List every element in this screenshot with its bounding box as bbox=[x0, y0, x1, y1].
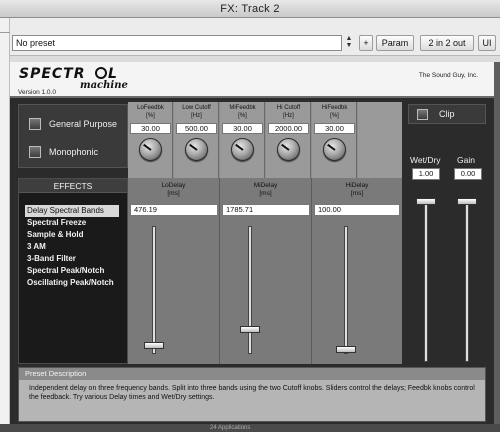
logo-ring-icon bbox=[95, 67, 107, 79]
general-purpose-checkbox[interactable] bbox=[29, 118, 41, 130]
mode-panel: General Purpose Monophonic bbox=[18, 104, 128, 168]
effect-item-spectral-freeze[interactable]: Spectral Freeze bbox=[25, 217, 127, 229]
preset-description-panel: Preset Description Independent delay on … bbox=[18, 367, 486, 422]
taskbar-item: 24 Applications bbox=[210, 425, 251, 431]
hidelay-column: HiDelay [ms] 100.00 bbox=[312, 178, 402, 364]
version-label: Version 1.0.0 bbox=[18, 89, 56, 96]
effect-item-oscillating-peak-notch[interactable]: Oscillating Peak/Notch bbox=[25, 277, 127, 289]
plugin-panel: SPECTR L machine Version 1.0.0 The Sound… bbox=[10, 62, 494, 428]
hidelay-label: HiDelay [ms] bbox=[345, 182, 369, 197]
ui-button[interactable]: UI bbox=[478, 35, 496, 51]
effects-list: Delay Spectral Bands Spectral Freeze Sam… bbox=[19, 193, 127, 289]
preset-description-header: Preset Description bbox=[19, 368, 485, 380]
midelay-slider-thumb[interactable] bbox=[240, 326, 260, 334]
hi-cutoff-value[interactable]: 2000.00 bbox=[268, 123, 309, 134]
clip-checkbox[interactable] bbox=[417, 109, 428, 120]
background-taskbar: 24 Applications bbox=[0, 424, 500, 432]
window-title: FX: Track 2 bbox=[0, 0, 500, 18]
preset-stepper[interactable]: ▲ ▼ bbox=[344, 35, 354, 51]
param-button[interactable]: Param bbox=[376, 35, 414, 51]
stepper-up-icon[interactable]: ▲ bbox=[344, 35, 354, 42]
mifeedbk-knob[interactable] bbox=[231, 138, 254, 161]
wetdry-value[interactable]: 1.00 bbox=[412, 168, 440, 180]
plugin-header: SPECTR L machine Version 1.0.0 The Sound… bbox=[10, 62, 494, 98]
parameter-grid: LoFeedbk [%] 30.00 Low Cutoff [Hz] 500.00 … bbox=[128, 102, 402, 364]
wetdry-label: Wet/Dry bbox=[410, 155, 441, 165]
gain-label: Gain bbox=[457, 155, 475, 165]
lofeedbk-knob[interactable] bbox=[139, 138, 162, 161]
low-cutoff-value[interactable]: 500.00 bbox=[176, 123, 217, 134]
hidelay-value[interactable]: 100.00 bbox=[314, 204, 400, 216]
knob-label: Hi Cutoff [Hz] bbox=[276, 105, 301, 119]
midelay-value[interactable]: 1785.71 bbox=[222, 204, 310, 216]
fx-window: FX: Track 2 No preset ▲ ▼ + Param 2 in 2… bbox=[0, 0, 500, 432]
monophonic-option[interactable]: Monophonic bbox=[29, 146, 98, 158]
wetdry-slider-thumb[interactable] bbox=[416, 198, 436, 205]
hifeedbk-value[interactable]: 30.00 bbox=[314, 123, 355, 134]
effect-item-spectral-peak-notch[interactable]: Spectral Peak/Notch bbox=[25, 265, 127, 277]
lodelay-slider-thumb[interactable] bbox=[144, 341, 164, 349]
clip-toggle[interactable]: Clip bbox=[408, 104, 486, 124]
background-window-edge bbox=[0, 18, 10, 432]
effect-item-delay-spectral-bands[interactable]: Delay Spectral Bands bbox=[25, 205, 119, 217]
effect-item-3band-filter[interactable]: 3-Band Filter bbox=[25, 253, 127, 265]
lodelay-slider-track[interactable] bbox=[152, 226, 156, 354]
gain-slider-track[interactable] bbox=[465, 198, 469, 362]
svg-text:machine: machine bbox=[80, 80, 128, 89]
low-cutoff-knob[interactable] bbox=[185, 138, 208, 161]
gain-value[interactable]: 0.00 bbox=[454, 168, 482, 180]
midelay-column: MiDelay [ms] 1785.71 bbox=[220, 178, 312, 364]
knob-label: MiFeedbk [%] bbox=[229, 105, 256, 119]
clip-label: Clip bbox=[439, 109, 455, 119]
mifeedbk-value[interactable]: 30.00 bbox=[222, 123, 263, 134]
hidelay-slider-thumb[interactable] bbox=[336, 345, 356, 353]
knob-label: HiFeedbk [%] bbox=[321, 105, 348, 119]
gain-slider-thumb[interactable] bbox=[457, 198, 477, 205]
fx-toolbar: No preset ▲ ▼ + Param 2 in 2 out UI bbox=[10, 18, 500, 56]
effect-item-sample-hold[interactable]: Sample & Hold bbox=[25, 229, 127, 241]
general-purpose-option[interactable]: General Purpose bbox=[29, 118, 117, 130]
midelay-label: MiDelay [ms] bbox=[253, 182, 278, 197]
hi-cutoff-knob[interactable] bbox=[277, 138, 300, 161]
preset-select[interactable]: No preset bbox=[12, 35, 342, 51]
lodelay-value[interactable]: 476.19 bbox=[130, 204, 218, 216]
stepper-down-icon[interactable]: ▼ bbox=[344, 42, 354, 49]
lodelay-label: LoDelay [ms] bbox=[161, 182, 186, 197]
spectral-machine-logo: SPECTR L machine bbox=[19, 66, 128, 89]
hidelay-slider-track[interactable] bbox=[344, 226, 348, 354]
knob-label: LoFeedbk [%] bbox=[137, 105, 164, 119]
general-purpose-label: General Purpose bbox=[49, 119, 118, 129]
effect-item-3am[interactable]: 3 AM bbox=[25, 241, 127, 253]
company-label: The Sound Guy, Inc. bbox=[418, 72, 478, 79]
preset-description-text: Independent delay on three frequency ban… bbox=[29, 385, 475, 401]
effects-header: EFFECTS bbox=[19, 179, 127, 193]
monophonic-label: Monophonic bbox=[49, 147, 99, 157]
svg-text:SPECTR: SPECTR bbox=[19, 66, 86, 82]
effects-list-panel: EFFECTS Delay Spectral Bands Spectral Fr… bbox=[18, 178, 128, 364]
io-button[interactable]: 2 in 2 out bbox=[420, 35, 474, 51]
monophonic-checkbox[interactable] bbox=[29, 146, 41, 158]
wetdry-slider-track[interactable] bbox=[424, 198, 428, 362]
lofeedbk-value[interactable]: 30.00 bbox=[130, 123, 171, 134]
add-preset-button[interactable]: + bbox=[359, 35, 373, 51]
knob-label: Low Cutoff [Hz] bbox=[182, 105, 211, 119]
lodelay-column: LoDelay [ms] 476.19 bbox=[128, 178, 220, 364]
hifeedbk-knob[interactable] bbox=[323, 138, 346, 161]
midelay-slider-track[interactable] bbox=[248, 226, 252, 354]
